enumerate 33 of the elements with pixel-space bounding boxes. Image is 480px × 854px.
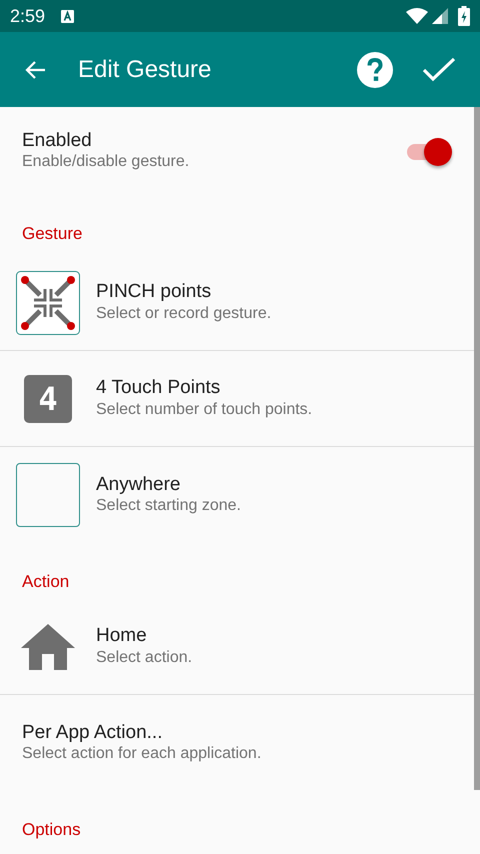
home-icon [21, 624, 75, 670]
setting-title: 4 Touch Points [96, 376, 222, 400]
wifi-icon [406, 8, 428, 24]
setting-summary: Select starting zone. [96, 496, 241, 516]
scrollbar[interactable] [474, 107, 480, 790]
battery-icon [458, 6, 470, 26]
signal-icon [432, 8, 448, 24]
section-header: Action [21, 571, 70, 593]
pinch-icon [16, 270, 80, 334]
settings-item[interactable]: 4 4 Touch Points Select number of touch points. [0, 351, 474, 447]
setting-title: Anywhere [96, 472, 182, 496]
setting-summary: Select action for each application. [22, 744, 262, 764]
setting-title: Per App Action... [22, 720, 164, 744]
setting-summary: Enable/disable gesture. [22, 152, 190, 172]
settings-item[interactable]: Anywhere Select starting zone. [0, 447, 474, 543]
setting-title: PINCH points [96, 280, 212, 304]
section-header: Gesture [21, 223, 84, 245]
setting-summary: Select number of touch points. [96, 400, 312, 420]
screen-title: Edit Gesture [78, 54, 212, 84]
help-button[interactable] [356, 50, 394, 88]
setting-title: Home [96, 624, 148, 648]
settings-item[interactable]: PINCH points Select or record gesture. [0, 255, 474, 351]
settings-item[interactable]: Per App Action... Select action for each application. [0, 695, 474, 791]
settings-item[interactable]: Home Select action. [0, 599, 474, 695]
number-icon: 4 [24, 374, 72, 422]
section-header: Options [21, 819, 82, 841]
setting-summary: Select action. [96, 648, 192, 668]
notification-icon [61, 10, 74, 22]
setting-summary: Select or record gesture. [96, 304, 272, 324]
status-time: 2:59 [10, 4, 46, 28]
confirm-button[interactable] [422, 56, 456, 82]
setting-title: Enabled [22, 128, 93, 152]
zone-icon [16, 463, 80, 527]
